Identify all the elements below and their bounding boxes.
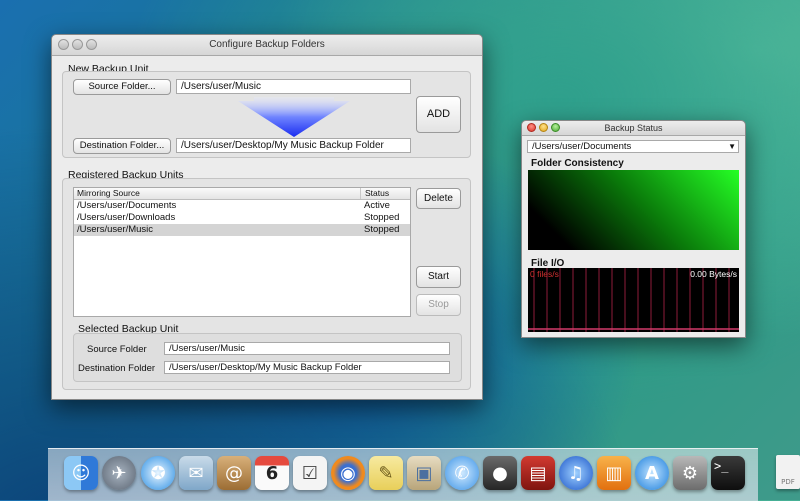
- configure-backup-window: Configure Backup Folders New Backup Unit…: [51, 34, 483, 400]
- window-title: Configure Backup Folders: [209, 39, 325, 50]
- reminders-icon[interactable]: ☑: [293, 456, 327, 490]
- preview-icon[interactable]: ▣: [407, 456, 441, 490]
- row-status: Stopped: [364, 224, 400, 235]
- mail-icon[interactable]: ✉: [179, 456, 213, 490]
- messages-icon[interactable]: ✆: [445, 456, 479, 490]
- table-header: Mirroring Source Status: [74, 188, 410, 200]
- source-folder-button[interactable]: Source Folder...: [73, 79, 171, 95]
- status-window-titlebar[interactable]: Backup Status: [522, 121, 745, 136]
- source-folder-label: Source Folder: [87, 344, 147, 355]
- file-io-graph: 0 files/s 0.00 Bytes/s: [528, 268, 739, 332]
- start-button[interactable]: Start: [416, 266, 461, 288]
- column-header-source[interactable]: Mirroring Source: [77, 188, 140, 199]
- pdf-document-icon[interactable]: PDF: [776, 455, 800, 489]
- calendar-icon[interactable]: 6: [255, 456, 289, 490]
- delete-button[interactable]: Delete: [416, 188, 461, 209]
- zoom-window-button[interactable]: [86, 39, 97, 50]
- appstore-icon[interactable]: A: [635, 456, 669, 490]
- add-button[interactable]: ADD: [416, 96, 461, 133]
- row-status: Active: [364, 200, 390, 211]
- folder-consistency-label: Folder Consistency: [531, 158, 624, 169]
- contacts-icon[interactable]: @: [217, 456, 251, 490]
- selected-unit-group: [73, 333, 462, 382]
- dock: ☺ ✈ ✪ ✉ @ 6 ☑ ◉ ✎ ▣ ✆ ● ▤ ♫ ▥ A ⚙ >_: [48, 448, 758, 501]
- terminal-icon[interactable]: >_: [711, 456, 745, 490]
- selected-destination-field: /Users/user/Desktop/My Music Backup Fold…: [164, 361, 450, 374]
- folder-consistency-gradient: [528, 170, 739, 250]
- row-source: /Users/user/Downloads: [77, 212, 176, 223]
- destination-path-field[interactable]: /Users/user/Desktop/My Music Backup Fold…: [176, 138, 411, 153]
- backup-units-table[interactable]: Mirroring Source Status /Users/user/Docu…: [73, 187, 411, 317]
- files-rate-label: 0 files/s: [530, 269, 559, 279]
- zoom-window-button[interactable]: [551, 123, 560, 132]
- finder-icon[interactable]: ☺: [64, 456, 98, 490]
- selected-source-field: /Users/user/Music: [164, 342, 450, 355]
- down-arrow-icon: [238, 97, 350, 137]
- ibooks-icon[interactable]: ▥: [597, 456, 631, 490]
- table-row[interactable]: /Users/user/Downloads Stopped: [74, 212, 410, 224]
- stop-button[interactable]: Stop: [416, 294, 461, 316]
- row-source: /Users/user/Documents: [77, 200, 177, 211]
- close-window-button[interactable]: [527, 123, 536, 132]
- firefox-icon[interactable]: ◉: [331, 456, 365, 490]
- safari-icon[interactable]: ✪: [141, 456, 175, 490]
- folder-select-value: /Users/user/Documents: [532, 141, 632, 152]
- table-row-selected[interactable]: /Users/user/Music Stopped: [74, 224, 410, 236]
- window-title: Backup Status: [604, 123, 663, 133]
- destination-folder-label: Destination Folder: [78, 363, 156, 374]
- launchpad-icon[interactable]: ✈: [102, 456, 136, 490]
- photobooth-icon[interactable]: ▤: [521, 456, 555, 490]
- minimize-window-button[interactable]: [539, 123, 548, 132]
- backup-status-window: Backup Status /Users/user/Documents ▼ Fo…: [521, 120, 746, 338]
- facetime-icon[interactable]: ●: [483, 456, 517, 490]
- chevron-down-icon: ▼: [728, 142, 736, 151]
- column-header-status[interactable]: Status: [365, 188, 389, 199]
- destination-folder-button[interactable]: Destination Folder...: [73, 138, 171, 154]
- row-status: Stopped: [364, 212, 400, 223]
- row-source: /Users/user/Music: [77, 224, 154, 235]
- systemprefs-icon[interactable]: ⚙: [673, 456, 707, 490]
- configure-window-titlebar[interactable]: Configure Backup Folders: [52, 35, 482, 56]
- notes-icon[interactable]: ✎: [369, 456, 403, 490]
- bytes-rate-label: 0.00 Bytes/s: [690, 269, 737, 279]
- folder-select-dropdown[interactable]: /Users/user/Documents ▼: [527, 140, 739, 153]
- minimize-window-button[interactable]: [72, 39, 83, 50]
- close-window-button[interactable]: [58, 39, 69, 50]
- itunes-icon[interactable]: ♫: [559, 456, 593, 490]
- table-row[interactable]: /Users/user/Documents Active: [74, 200, 410, 212]
- column-divider: [360, 188, 361, 199]
- source-path-field[interactable]: /Users/user/Music: [176, 79, 411, 94]
